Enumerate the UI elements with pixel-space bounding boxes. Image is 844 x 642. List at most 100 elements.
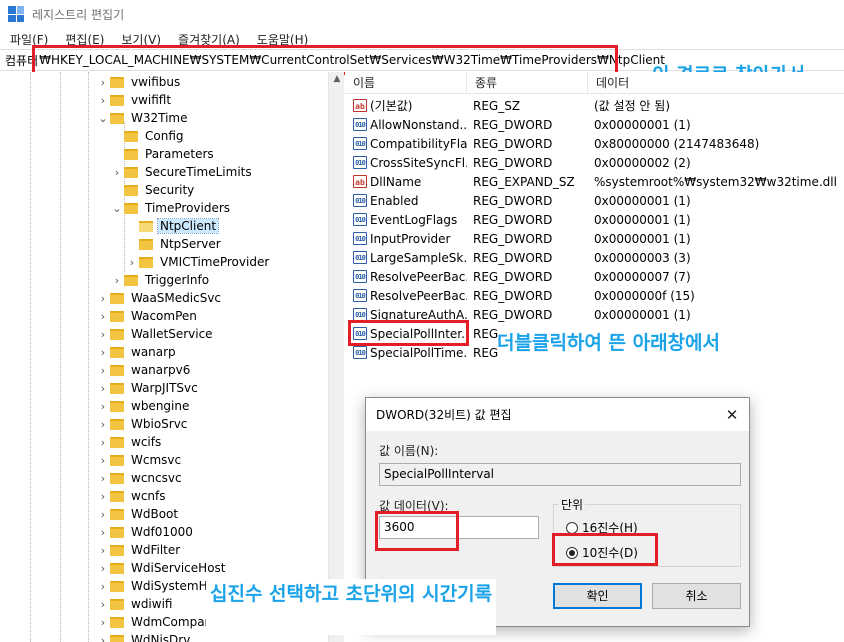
column-data[interactable]: 데이터	[588, 72, 844, 94]
value-row[interactable]: 010 Enabled REG_DWORD 0x00000001 (1)	[345, 191, 691, 210]
tree-item[interactable]: NtpClient	[125, 217, 220, 235]
tree-item[interactable]: ⌄ TimeProviders	[110, 199, 232, 217]
chevron-right-icon[interactable]: ›	[96, 346, 110, 359]
tree-item[interactable]: › WaaSMedicSvc	[96, 289, 223, 307]
scroll-up-icon[interactable]: ▲	[329, 74, 345, 84]
tree-item[interactable]: › wbengine	[96, 397, 191, 415]
column-name[interactable]: 이름	[345, 72, 467, 94]
value-row[interactable]: ab DllName REG_EXPAND_SZ %systemroot%₩syste…	[345, 172, 837, 191]
value-row[interactable]: ab (기본값) REG_SZ (값 설정 안 됨)	[345, 96, 670, 115]
chevron-down-icon[interactable]: ⌄	[110, 202, 124, 215]
chevron-right-icon[interactable]: ›	[96, 544, 110, 557]
tree-item[interactable]: Parameters	[110, 145, 216, 163]
value-row[interactable]: 010 ResolvePeerBac... REG_DWORD 0x00000007 …	[345, 267, 691, 286]
chevron-right-icon[interactable]: ›	[96, 94, 110, 107]
tree-item[interactable]: › wanarp	[96, 343, 178, 361]
tree-item[interactable]: NtpServer	[125, 235, 223, 253]
value-name: ResolvePeerBac...	[370, 288, 467, 303]
tree-item[interactable]: › WdiServiceHost	[96, 559, 228, 577]
tree-item[interactable]: › WdNisDrv	[96, 631, 192, 642]
tree-item[interactable]: › wcifs	[96, 433, 163, 451]
value-type: REG_DWORD	[473, 250, 553, 265]
chevron-right-icon[interactable]: ›	[96, 562, 110, 575]
chevron-down-icon[interactable]: ⌄	[96, 112, 110, 125]
chevron-right-icon[interactable]: ›	[96, 634, 110, 642]
value-name-cell: 010 ResolvePeerBac...	[345, 289, 467, 303]
tree-item[interactable]: › wanarpv6	[96, 361, 192, 379]
chevron-right-icon[interactable]: ›	[96, 328, 110, 341]
tree-item[interactable]: › vwifibus	[96, 73, 182, 91]
value-row[interactable]: 010 ResolvePeerBac... REG_DWORD 0x0000000f …	[345, 286, 695, 305]
chevron-right-icon[interactable]: ›	[96, 598, 110, 611]
folder-icon	[110, 580, 124, 592]
tree-item-label: WarpJITSvc	[131, 381, 198, 395]
value-name-cell: 010 EventLogFlags	[345, 213, 467, 227]
value-row[interactable]: 010 EventLogFlags REG_DWORD 0x00000001 (1)	[345, 210, 691, 229]
value-data: 0x00000001 (1)	[594, 231, 691, 246]
tree-item[interactable]: › SecureTimeLimits	[110, 163, 254, 181]
tree-item[interactable]: › WarpJITSvc	[96, 379, 200, 397]
tree-item[interactable]: › WbioSrvc	[96, 415, 189, 433]
tree-item[interactable]: › WalletService	[96, 325, 215, 343]
chevron-right-icon[interactable]: ›	[110, 166, 124, 179]
chevron-right-icon[interactable]: ›	[96, 472, 110, 485]
chevron-right-icon[interactable]: ›	[110, 274, 124, 287]
column-type[interactable]: 종류	[467, 72, 588, 94]
chevron-right-icon[interactable]: ›	[96, 292, 110, 305]
value-name: InputProvider	[370, 231, 451, 246]
value-row[interactable]: 010CompatibilityFla... REG_DWORD 0x8000000…	[345, 134, 759, 153]
chevron-right-icon[interactable]: ›	[96, 310, 110, 323]
chevron-right-icon[interactable]: ›	[96, 382, 110, 395]
cancel-button[interactable]: 취소	[652, 583, 741, 609]
value-data: 0x0000000f (15)	[594, 288, 695, 303]
tree-item[interactable]: › VMICTimeProvider	[125, 253, 271, 271]
chevron-right-icon[interactable]: ›	[96, 436, 110, 449]
tree-item[interactable]: Config	[110, 127, 186, 145]
tree-item[interactable]: › wcnfs	[96, 487, 168, 505]
tree-item[interactable]: Security	[110, 181, 196, 199]
tree-item[interactable]: › TriggerInfo	[110, 271, 211, 289]
tree-item[interactable]: › WdBoot	[96, 505, 180, 523]
folder-icon	[110, 472, 124, 484]
tree-item[interactable]: › Wcmsvc	[96, 451, 183, 469]
chevron-right-icon[interactable]: ›	[96, 418, 110, 431]
chevron-right-icon[interactable]: ›	[96, 508, 110, 521]
value-name-cell: 010 SpecialPollTime...	[345, 346, 467, 360]
tree-scrollbar[interactable]: ▲	[328, 72, 344, 642]
tree-item[interactable]: › WdFilter	[96, 541, 182, 559]
ok-button[interactable]: 확인	[553, 583, 642, 609]
value-type: REG_DWORD	[473, 269, 553, 284]
chevron-right-icon[interactable]: ›	[96, 454, 110, 467]
value-name-cell: ab DllName	[345, 175, 467, 189]
value-name-field[interactable]: SpecialPollInterval	[379, 463, 741, 486]
chevron-right-icon[interactable]: ›	[96, 616, 110, 629]
hex-radio-dot[interactable]	[566, 521, 578, 534]
chevron-right-icon[interactable]: ›	[96, 364, 110, 377]
folder-icon	[139, 238, 153, 250]
tree-item[interactable]: › wdiwifi	[96, 595, 174, 613]
value-row[interactable]: 010 CrossSiteSyncFl... REG_DWORD 0x00000002…	[345, 153, 691, 172]
key-tree[interactable]: › vwifibus › vwififlt ⌄ W32Time Config Paramete…	[0, 72, 338, 642]
chevron-right-icon[interactable]: ›	[96, 76, 110, 89]
value-name: SpecialPollTime...	[370, 345, 467, 360]
tree-item[interactable]: › Wdf01000	[96, 523, 195, 541]
folder-icon	[110, 526, 124, 538]
value-data: 0x00000001 (1)	[594, 307, 691, 322]
chevron-right-icon[interactable]: ›	[96, 580, 110, 593]
tree-item[interactable]: › wcncsvc	[96, 469, 184, 487]
chevron-right-icon[interactable]: ›	[96, 526, 110, 539]
tree-item[interactable]: › vwififlt	[96, 91, 173, 109]
chevron-right-icon[interactable]: ›	[96, 400, 110, 413]
close-icon[interactable]: ✕	[721, 404, 743, 426]
value-row[interactable]: 010 InputProvider REG_DWORD 0x00000001 (1)	[345, 229, 691, 248]
chevron-right-icon[interactable]: ›	[96, 490, 110, 503]
string-value-icon: ab	[353, 99, 367, 112]
value-row[interactable]: 010 AllowNonstand... REG_DWORD 0x00000001 (…	[345, 115, 691, 134]
chevron-right-icon[interactable]: ›	[125, 256, 139, 269]
value-row[interactable]: 010 LargeSampleSk... REG_DWORD 0x00000003 (…	[345, 248, 691, 267]
tree-item[interactable]: ⌄ W32Time	[96, 109, 190, 127]
folder-icon	[110, 616, 124, 628]
binary-value-icon: 010	[353, 289, 367, 302]
tree-item-label: wcncsvc	[131, 471, 182, 485]
tree-item[interactable]: › WacomPen	[96, 307, 199, 325]
